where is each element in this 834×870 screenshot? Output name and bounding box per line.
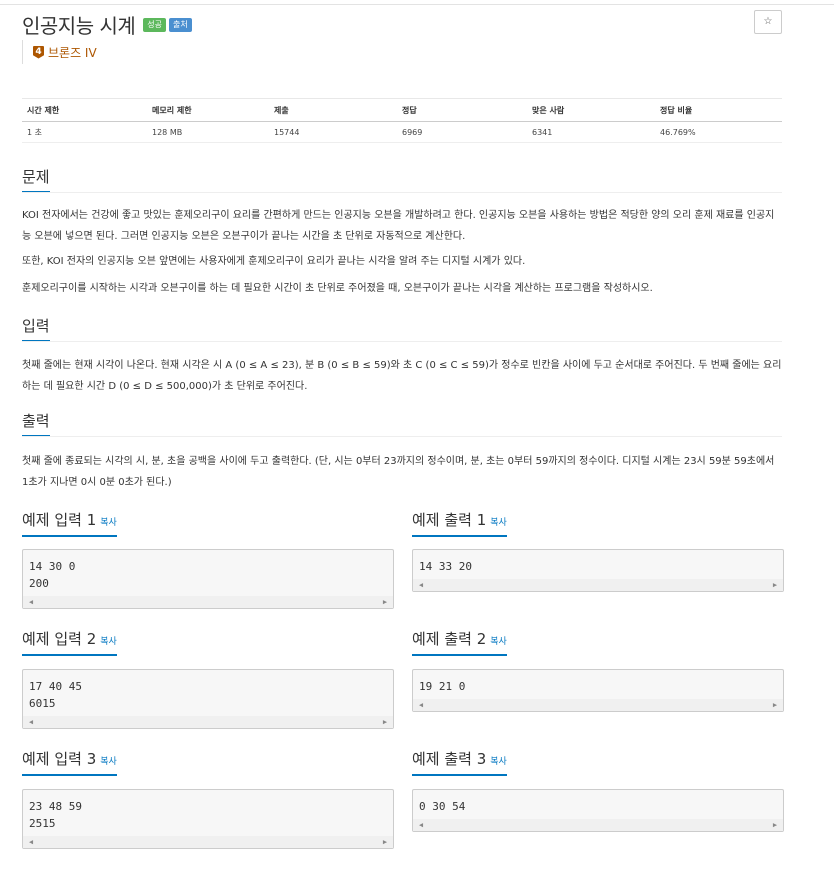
info-header: 정답 <box>397 98 527 122</box>
sample-input-3-heading: 예제 입력 3 복사 <box>22 748 117 776</box>
output-section-heading: 출력 <box>22 410 782 437</box>
info-header: 메모리 제한 <box>147 98 269 122</box>
info-value: 46.769% <box>655 121 782 143</box>
problem-paragraph: 훈제오리구이를 시작하는 시각과 오븐구이를 하는 데 필요한 시간이 초 단위… <box>22 282 653 294</box>
horizontal-scrollbar[interactable]: ◀ ▶ <box>413 579 783 591</box>
sample-output-title: 예제 출력 2 <box>412 630 487 648</box>
copy-button[interactable]: 복사 <box>100 637 117 647</box>
info-value: 6969 <box>397 121 527 143</box>
problem-paragraph: 또한, KOI 전자의 인공지능 오븐 앞면에는 사용자에게 훈제오리구이 요리… <box>22 256 526 267</box>
info-value: 128 MB <box>147 121 269 143</box>
scroll-right-icon[interactable]: ▶ <box>379 596 391 608</box>
info-header: 제출 <box>269 98 397 122</box>
scroll-left-icon[interactable]: ◀ <box>415 579 427 591</box>
info-value: 15744 <box>269 121 397 143</box>
sample-output-text: 19 21 0 <box>419 680 466 693</box>
info-header-row: 시간 제한 메모리 제한 제출 정답 맞은 사람 정답 비율 <box>22 98 782 122</box>
horizontal-scrollbar[interactable]: ◀ ▶ <box>23 596 393 608</box>
copy-button[interactable]: 복사 <box>100 518 117 528</box>
problem-paragraph: KOI 전자에서는 건강에 좋고 맛있는 훈제오리구이 요리를 간편하게 만드는… <box>22 210 775 242</box>
sample-input-2-heading: 예제 입력 2 복사 <box>22 628 117 656</box>
sample-input-2-box[interactable]: 17 40 45 6015 ◀ ▶ <box>22 669 394 729</box>
sample-input-3-box[interactable]: 23 48 59 2515 ◀ ▶ <box>22 789 394 849</box>
problem-section-title: 문제 <box>22 166 50 193</box>
tier-icon: 4 <box>33 45 44 59</box>
scroll-left-icon[interactable]: ◀ <box>25 836 37 848</box>
scroll-left-icon[interactable]: ◀ <box>415 699 427 711</box>
sample-output-3-box[interactable]: 0 30 54 ◀ ▶ <box>412 789 784 832</box>
sample-input-title: 예제 입력 2 <box>22 630 97 648</box>
sample-output-1-box[interactable]: 14 33 20 ◀ ▶ <box>412 549 784 592</box>
problem-header: 인공지능 시계 성공 출처 <box>22 10 192 39</box>
scroll-right-icon[interactable]: ▶ <box>379 836 391 848</box>
horizontal-scrollbar[interactable]: ◀ ▶ <box>23 716 393 728</box>
info-header: 정답 비율 <box>655 98 782 122</box>
info-value: 1 초 <box>22 121 147 143</box>
scroll-left-icon[interactable]: ◀ <box>25 716 37 728</box>
sample-output-2-box[interactable]: 19 21 0 ◀ ▶ <box>412 669 784 712</box>
sample-output-text: 14 33 20 <box>419 560 472 573</box>
info-value: 6341 <box>527 121 655 143</box>
scroll-right-icon[interactable]: ▶ <box>769 579 781 591</box>
scroll-right-icon[interactable]: ▶ <box>769 819 781 831</box>
copy-button[interactable]: 복사 <box>490 518 507 528</box>
sample-output-3-heading: 예제 출력 3 복사 <box>412 748 507 776</box>
problem-info-table: 시간 제한 메모리 제한 제출 정답 맞은 사람 정답 비율 1 초 128 M… <box>22 98 782 143</box>
horizontal-scrollbar[interactable]: ◀ ▶ <box>23 836 393 848</box>
output-description: 첫째 줄에 종료되는 시각의 시, 분, 초을 공백을 사이에 두고 출력한다.… <box>22 456 775 488</box>
problem-section-heading: 문제 <box>22 166 782 193</box>
problem-description: KOI 전자에서는 건강에 좋고 맛있는 훈제오리구이 요리를 간편하게 만드는… <box>22 206 782 299</box>
sample-input-title: 예제 입력 1 <box>22 511 97 529</box>
copy-button[interactable]: 복사 <box>490 637 507 647</box>
tier-text: 브론즈 IV <box>48 45 97 60</box>
sample-output-title: 예제 출력 3 <box>412 750 487 768</box>
sample-input-1-heading: 예제 입력 1 복사 <box>22 509 117 537</box>
horizontal-scrollbar[interactable]: ◀ ▶ <box>413 699 783 711</box>
tier-label[interactable]: 4 브론즈 IV <box>22 40 97 64</box>
copy-button[interactable]: 복사 <box>100 757 117 767</box>
success-badge[interactable]: 성공 <box>143 17 166 32</box>
sample-output-2-heading: 예제 출력 2 복사 <box>412 628 507 656</box>
favorite-star-button[interactable]: ☆ <box>754 10 782 34</box>
sample-output-1-heading: 예제 출력 1 복사 <box>412 509 507 537</box>
output-section-title: 출력 <box>22 410 50 437</box>
copy-button[interactable]: 복사 <box>490 757 507 767</box>
sample-input-text: 23 48 59 2515 <box>29 800 82 830</box>
input-description: 첫째 줄에는 현재 시각이 나온다. 현재 시각은 시 A (0 ≤ A ≤ 2… <box>22 360 782 392</box>
info-header: 맞은 사람 <box>527 98 655 122</box>
sample-input-1-box[interactable]: 14 30 0 200 ◀ ▶ <box>22 549 394 609</box>
top-divider <box>0 4 834 5</box>
sample-input-text: 17 40 45 6015 <box>29 680 82 710</box>
sample-input-text: 14 30 0 200 <box>29 560 76 590</box>
info-header: 시간 제한 <box>22 98 147 122</box>
scroll-right-icon[interactable]: ▶ <box>769 699 781 711</box>
horizontal-scrollbar[interactable]: ◀ ▶ <box>413 819 783 831</box>
sample-input-title: 예제 입력 3 <box>22 750 97 768</box>
info-value-row: 1 초 128 MB 15744 6969 6341 46.769% <box>22 121 782 143</box>
scroll-right-icon[interactable]: ▶ <box>379 716 391 728</box>
sample-output-title: 예제 출력 1 <box>412 511 487 529</box>
sample-output-text: 0 30 54 <box>419 800 466 813</box>
input-section-title: 입력 <box>22 315 50 342</box>
scroll-left-icon[interactable]: ◀ <box>25 596 37 608</box>
page-title: 인공지능 시계 <box>22 14 136 38</box>
scroll-left-icon[interactable]: ◀ <box>415 819 427 831</box>
source-badge[interactable]: 출처 <box>169 17 192 32</box>
input-section-heading: 입력 <box>22 315 782 342</box>
